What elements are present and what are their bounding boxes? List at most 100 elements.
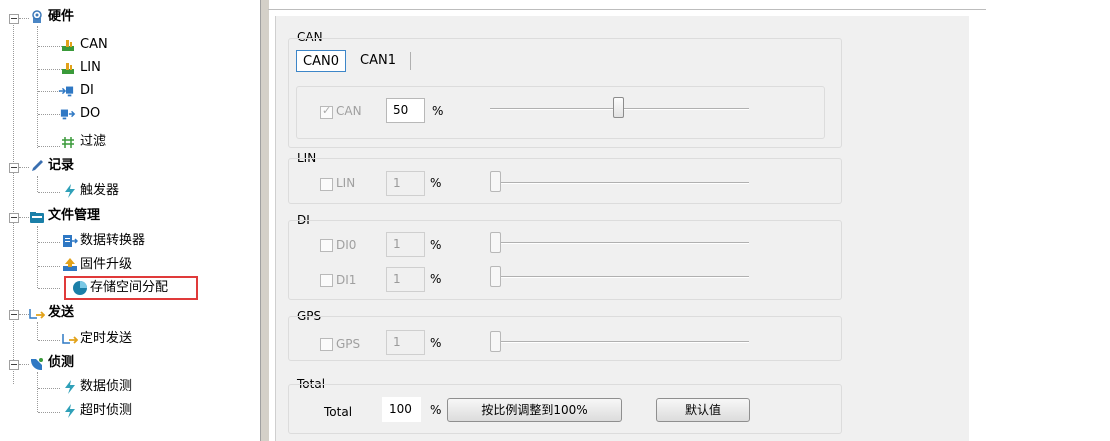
tree-group-label: 硬件	[48, 9, 75, 24]
pane-splitter[interactable]	[260, 0, 269, 441]
tree-group-file-management[interactable]: 文件管理	[48, 207, 100, 225]
tree-group-label: 侦测	[48, 355, 75, 370]
tree-branch-line	[37, 322, 38, 340]
digital-input-icon	[58, 86, 74, 97]
lightning-icon	[65, 380, 75, 394]
tree-item-label: 触发器	[80, 183, 120, 198]
tree-connector	[38, 340, 60, 341]
lin-percent-unit: %	[430, 176, 442, 190]
di0-checkbox[interactable]	[320, 239, 333, 252]
collapse-toggle[interactable]	[9, 14, 19, 24]
collapse-toggle[interactable]	[9, 310, 19, 320]
filter-icon	[62, 137, 74, 148]
lightning-icon	[65, 404, 75, 418]
tree-item-timeout-detect[interactable]: 超时侦测	[80, 402, 132, 420]
di0-slider-thumb[interactable]	[490, 232, 501, 253]
tree-item-do[interactable]: DO	[80, 105, 100, 123]
tree-item-label: 数据侦测	[80, 379, 133, 394]
tree-connector	[38, 266, 60, 267]
tree-item-lin[interactable]: LIN	[80, 59, 101, 77]
tree-group-hardware[interactable]: 硬件	[48, 8, 74, 26]
di1-checkbox[interactable]	[320, 274, 333, 287]
tree-connector	[19, 18, 29, 19]
tree-group-label: 发送	[48, 305, 75, 320]
tree-item-label: DI	[80, 83, 94, 98]
gps-checkbox-label: GPS	[336, 337, 361, 351]
tree-item-label: 数据转换器	[80, 233, 146, 248]
navigation-tree: 硬件 CAN LIN DI DO 过滤 记录 触发器 文件管理 数据转换器 固件…	[8, 0, 260, 441]
lin-group-frame	[288, 158, 842, 204]
lin-percent-input[interactable]: 1	[386, 171, 425, 196]
di0-slider-track	[490, 242, 749, 244]
collapse-toggle[interactable]	[9, 360, 19, 370]
tree-root-line	[13, 20, 14, 384]
storage-allocation-panel: CAN CAN0 CAN1 CAN 50 % LIN LIN 1 % DI DI…	[275, 16, 969, 441]
di0-checkbox-label: DI0	[336, 238, 357, 252]
tree-connector	[38, 288, 60, 289]
lin-checkbox-label: LIN	[336, 176, 356, 190]
tree-item-trigger[interactable]: 触发器	[80, 182, 119, 200]
tree-connector	[38, 146, 60, 147]
tree-item-label: DO	[80, 106, 101, 121]
lin-slider-thumb[interactable]	[490, 171, 501, 192]
di-group-frame	[288, 220, 842, 300]
tree-connector	[38, 91, 60, 92]
tree-item-data-detect[interactable]: 数据侦测	[80, 378, 132, 396]
tree-connector	[19, 167, 29, 168]
top-divider	[268, 9, 986, 10]
tree-connector	[38, 242, 60, 243]
tree-item-storage-allocation[interactable]: 存储空间分配	[90, 279, 168, 297]
tree-item-can[interactable]: CAN	[80, 36, 108, 54]
tree-connector	[38, 388, 60, 389]
tree-group-label: 文件管理	[48, 208, 101, 223]
tree-item-di[interactable]: DI	[80, 82, 94, 100]
di1-checkbox-label: DI1	[336, 273, 357, 287]
tree-item-label: LIN	[80, 60, 101, 75]
hardware-icon	[32, 10, 42, 23]
gps-percent-input[interactable]: 1	[386, 330, 425, 355]
tree-item-timed-send[interactable]: 定时发送	[80, 330, 132, 348]
upload-icon	[63, 258, 77, 271]
di1-percent-unit: %	[430, 272, 442, 286]
tree-item-label: 过滤	[80, 134, 107, 149]
tree-connector	[38, 69, 62, 70]
gps-checkbox[interactable]	[320, 338, 333, 351]
tree-item-firmware-upgrade[interactable]: 固件升级	[80, 256, 132, 274]
tree-group-detect[interactable]: 侦测	[48, 354, 74, 372]
folder-icon	[30, 212, 44, 223]
tree-item-label: 固件升级	[80, 257, 133, 272]
di1-percent-input[interactable]: 1	[386, 267, 425, 292]
tree-connector	[19, 314, 29, 315]
scale-to-100-button[interactable]: 按比例调整到100%	[447, 398, 622, 422]
tree-item-label: 超时侦测	[80, 403, 133, 418]
total-percent-input[interactable]: 100	[382, 397, 421, 422]
default-values-button[interactable]: 默认值	[656, 398, 750, 422]
collapse-toggle[interactable]	[9, 163, 19, 173]
tree-item-label: 定时发送	[80, 331, 133, 346]
tree-item-label: CAN	[80, 37, 108, 52]
can-group-frame	[288, 38, 842, 148]
tree-branch-line	[37, 226, 38, 288]
tree-branch-line	[37, 176, 38, 192]
lightning-icon	[65, 184, 75, 198]
di0-percent-unit: %	[430, 238, 442, 252]
gps-slider-thumb[interactable]	[490, 331, 501, 352]
di1-slider-track	[490, 276, 749, 278]
pencil-icon	[32, 160, 43, 171]
collapse-toggle[interactable]	[9, 213, 19, 223]
lin-checkbox[interactable]	[320, 178, 333, 191]
di1-slider-thumb[interactable]	[490, 266, 501, 287]
tree-item-filter[interactable]: 过滤	[80, 133, 106, 151]
di0-percent-input[interactable]: 1	[386, 232, 425, 257]
tree-group-send[interactable]: 发送	[48, 304, 74, 322]
tree-group-label: 记录	[48, 158, 75, 173]
timed-send-icon	[62, 334, 78, 344]
can-icon	[62, 40, 74, 51]
tree-group-record[interactable]: 记录	[48, 157, 74, 175]
send-icon	[29, 309, 45, 319]
lin-icon	[62, 63, 74, 74]
tree-item-data-converter[interactable]: 数据转换器	[80, 232, 145, 250]
gps-percent-unit: %	[430, 336, 442, 350]
total-label: Total	[324, 405, 353, 419]
detect-icon	[30, 358, 43, 371]
